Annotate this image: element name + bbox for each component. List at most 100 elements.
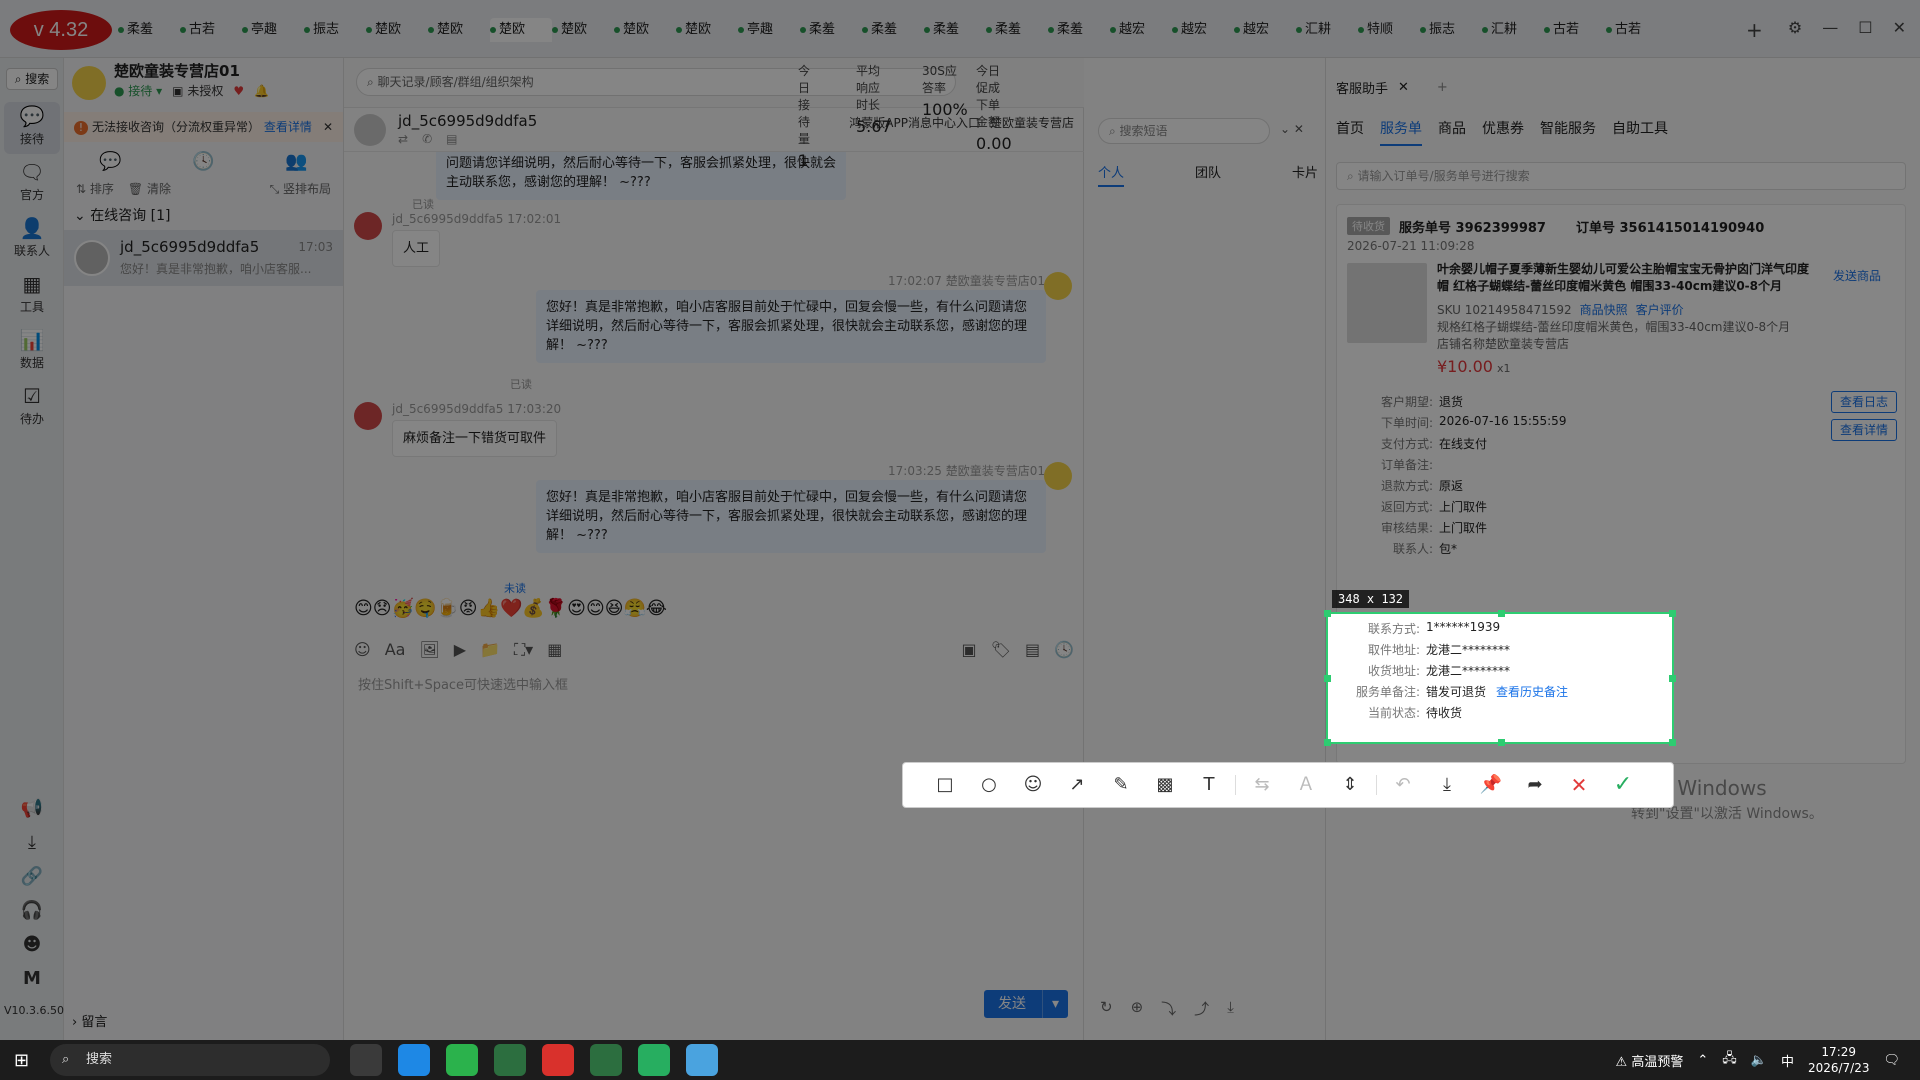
long-capture-icon[interactable]: ⇕ bbox=[1328, 762, 1372, 808]
shop-tab[interactable]: 特顺 bbox=[1358, 18, 1420, 42]
rail-item-tools[interactable]: ▦ 工具 bbox=[4, 270, 60, 322]
app-icon[interactable] bbox=[542, 1044, 574, 1076]
folder-icon[interactable]: 📁 bbox=[480, 640, 500, 660]
send-product-button[interactable]: 发送商品 bbox=[1833, 267, 1881, 284]
download-icon[interactable]: ⤓ bbox=[0, 832, 64, 853]
compose-input[interactable]: 按住Shift+Space可快速选中输入框 bbox=[358, 674, 568, 693]
tab-coupon[interactable]: 优惠券 bbox=[1482, 118, 1524, 146]
shop-tab[interactable]: 柔羞 bbox=[118, 18, 180, 42]
rail-search-button[interactable]: ⌕ 搜索 bbox=[6, 68, 58, 90]
video-icon[interactable]: ▶ bbox=[454, 640, 466, 660]
emoji-icon[interactable]: ☺ bbox=[354, 640, 371, 660]
pencil-icon[interactable]: ✎ bbox=[1099, 762, 1143, 808]
resize-handle[interactable] bbox=[1669, 675, 1676, 682]
shop-tab[interactable]: 柔羞 bbox=[924, 18, 986, 42]
notification-icon[interactable]: 🗨 bbox=[1883, 1053, 1900, 1068]
shop-tab[interactable]: 古若 bbox=[1606, 18, 1668, 42]
shop-tab[interactable]: 亭趣 bbox=[242, 18, 304, 42]
jd-chat-icon[interactable] bbox=[686, 1044, 718, 1076]
shop-tab[interactable]: 汇耕 bbox=[1482, 18, 1544, 42]
layout-toggle-button[interactable]: ⤡ 竖排布局 bbox=[270, 180, 331, 202]
rail-item-official[interactable]: 🗨 官方 bbox=[4, 158, 60, 210]
refresh-icon[interactable]: ↻ bbox=[1100, 998, 1113, 1019]
shop-tab[interactable]: 楚欧 bbox=[490, 18, 552, 42]
resize-handle[interactable] bbox=[1498, 610, 1505, 617]
note-icon[interactable]: ▤ bbox=[446, 132, 457, 146]
auth-status[interactable]: ▣ 未授权 bbox=[172, 82, 223, 99]
app-icon[interactable] bbox=[494, 1044, 526, 1076]
shop-tab[interactable]: 楚欧 bbox=[614, 18, 676, 42]
image-icon[interactable]: 🖼 bbox=[419, 640, 439, 660]
ime-indicator[interactable]: 中 bbox=[1781, 1051, 1794, 1070]
collapse-icon[interactable]: ⌄ ✕ bbox=[1280, 122, 1304, 136]
import-icon[interactable]: ⤵ bbox=[1161, 998, 1176, 1019]
app-icon[interactable] bbox=[638, 1044, 670, 1076]
settings-icon[interactable]: ⚙ bbox=[1788, 18, 1802, 37]
bell-icon[interactable]: 🔔 bbox=[254, 84, 269, 98]
shop-tab[interactable]: 楚欧 bbox=[676, 18, 738, 42]
shop-tab[interactable]: 柔羞 bbox=[862, 18, 924, 42]
snapshot-link[interactable]: 商品快照 bbox=[1580, 303, 1628, 317]
view-detail-button[interactable]: 查看详情 bbox=[1831, 419, 1897, 441]
save-icon[interactable]: ⤓ bbox=[1425, 762, 1469, 808]
view-log-button[interactable]: 查看日志 bbox=[1831, 391, 1897, 413]
tab-personal[interactable]: 个人 bbox=[1098, 162, 1125, 187]
tab-self-tools[interactable]: 自助工具 bbox=[1612, 118, 1668, 146]
chat-filter-icon[interactable]: 💬 bbox=[99, 151, 121, 172]
megaphone-icon[interactable]: 📢 bbox=[0, 798, 64, 819]
tab-card[interactable]: 卡片 bbox=[1292, 162, 1318, 187]
download-icon[interactable]: ⤓ bbox=[1227, 998, 1234, 1019]
resize-handle[interactable] bbox=[1324, 610, 1331, 617]
edge-icon[interactable] bbox=[398, 1044, 430, 1076]
resize-handle[interactable] bbox=[1324, 739, 1331, 746]
shop-tab[interactable]: 楚欧 bbox=[552, 18, 614, 42]
emoji-icon[interactable]: ☺ bbox=[1011, 762, 1055, 808]
resize-handle[interactable] bbox=[1498, 739, 1505, 746]
tray-chevron-icon[interactable]: ⌃ bbox=[1697, 1053, 1708, 1068]
tab-team[interactable]: 团队 bbox=[1195, 162, 1221, 187]
task-view-icon[interactable] bbox=[350, 1044, 382, 1076]
assistant-tab[interactable]: 客服助手 ✕ + bbox=[1336, 78, 1448, 97]
text-icon[interactable]: T bbox=[1187, 762, 1231, 808]
contacts-filter-icon[interactable]: 👥 bbox=[285, 151, 307, 172]
shop-tab[interactable]: 楚欧 bbox=[428, 18, 490, 42]
shop-tab[interactable]: 亭趣 bbox=[738, 18, 800, 42]
resize-handle[interactable] bbox=[1669, 739, 1676, 746]
phrase-search-input[interactable]: ⌕ 搜索短语 bbox=[1098, 118, 1270, 144]
clear-button[interactable]: 🗑 清除 bbox=[128, 180, 171, 202]
shop-tab[interactable]: 振志 bbox=[1420, 18, 1482, 42]
conversation-item[interactable]: jd_5c6995d9ddfa5 17:03 您好！真是非常抱歉，咱小店客服..… bbox=[64, 230, 343, 286]
resize-handle[interactable] bbox=[1324, 675, 1331, 682]
network-icon[interactable]: 🖧 bbox=[1722, 1049, 1737, 1071]
volume-icon[interactable]: 🔈 bbox=[1751, 1053, 1767, 1068]
product-title[interactable]: 叶余婴儿帽子夏季薄新生婴幼儿可爱公主胎帽宝宝无骨护囟门洋气印度帽 红格子蝴蝶结-… bbox=[1437, 261, 1817, 295]
add-tab-button[interactable]: + bbox=[1746, 18, 1763, 42]
maximize-button[interactable]: ☐ bbox=[1858, 18, 1872, 37]
wechat-icon[interactable] bbox=[446, 1044, 478, 1076]
weather-widget[interactable]: ⚠ 高温预警 bbox=[1616, 1051, 1684, 1070]
mosaic-icon[interactable]: ▩ bbox=[1143, 762, 1187, 808]
arrow-icon[interactable]: ↗ bbox=[1055, 762, 1099, 808]
rail-item-contacts[interactable]: 👤 联系人 bbox=[4, 214, 60, 266]
order-icon[interactable]: ▣ bbox=[962, 640, 977, 660]
link-icon[interactable]: 🔗 bbox=[0, 866, 64, 887]
add-icon[interactable]: ⊕ bbox=[1131, 998, 1144, 1019]
close-button[interactable]: ✕ bbox=[1893, 18, 1906, 37]
shop-tab[interactable]: 越宏 bbox=[1234, 18, 1296, 42]
resize-handle[interactable] bbox=[1669, 610, 1676, 617]
windows-start-icon[interactable]: ⊞ bbox=[14, 1050, 29, 1071]
shop-tab[interactable]: 柔羞 bbox=[986, 18, 1048, 42]
order-search-input[interactable]: ⌕ 请输入订单号/服务单号进行搜索 bbox=[1336, 162, 1906, 190]
taskbar-clock[interactable]: 17:29 2026/7/23 bbox=[1808, 1044, 1870, 1076]
shop-tab[interactable]: 古若 bbox=[1544, 18, 1606, 42]
rail-item-data[interactable]: 📊 数据 bbox=[4, 326, 60, 378]
headset-icon[interactable]: 🎧 bbox=[0, 900, 64, 921]
add-icon[interactable]: + bbox=[1437, 80, 1448, 95]
order-number[interactable]: 订单号 3561415014190940 bbox=[1576, 217, 1764, 236]
cancel-icon[interactable]: ✕ bbox=[1557, 762, 1601, 808]
rectangle-icon[interactable]: □ bbox=[923, 762, 967, 808]
minimize-button[interactable]: — bbox=[1822, 18, 1838, 37]
undo-icon[interactable]: ↶ bbox=[1381, 762, 1425, 808]
history-icon[interactable]: 🕓 bbox=[192, 151, 214, 172]
app-icon[interactable] bbox=[590, 1044, 622, 1076]
